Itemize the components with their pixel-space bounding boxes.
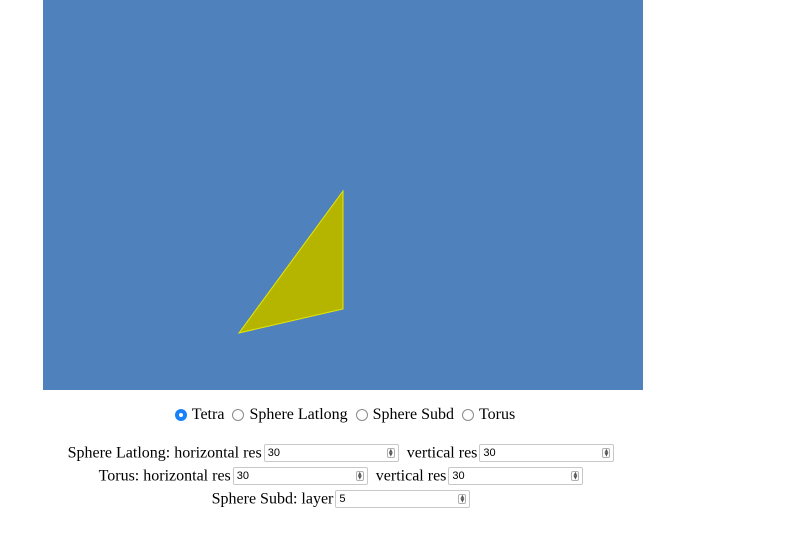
radio-sphere-subd[interactable] <box>355 409 368 422</box>
sphere-latlong-horizontal-value: 30 <box>267 447 281 460</box>
sphere-latlong-vertical-value: 30 <box>483 447 496 460</box>
sphere-latlong-horizontal-input[interactable]: 30 ▲ ▼ <box>263 444 399 463</box>
webgl-canvas[interactable] <box>43 0 643 390</box>
torus-vertical-label: vertical res <box>375 467 447 485</box>
spinner-icon[interactable]: ▲ ▼ <box>458 494 467 505</box>
radio-label-sphere-subd: Sphere Subd <box>372 406 454 424</box>
radio-label-torus: Torus <box>478 406 516 424</box>
spinner-icon[interactable]: ▲ ▼ <box>386 448 395 459</box>
sphere-latlong-vertical-input[interactable]: 30 ▲ ▼ <box>479 444 615 463</box>
spinner-icon[interactable]: ▲ ▼ <box>602 448 611 459</box>
sphere-subd-layer-value: 5 <box>339 493 346 506</box>
sphere-latlong-vertical-label: vertical res <box>406 444 478 462</box>
radio-option-torus[interactable]: Torus <box>458 406 515 424</box>
sphere-subd-layer-input[interactable]: 5 ▲ ▼ <box>335 490 471 509</box>
torus-controls: Torus: horizontal res 30 ▲ ▼ vertical res 30… <box>0 465 686 487</box>
radio-torus[interactable] <box>461 409 474 422</box>
radio-label-sphere-latlong: Sphere Latlong <box>249 406 348 424</box>
torus-vertical-value: 30 <box>452 470 465 483</box>
radio-option-tetra[interactable]: Tetra <box>171 406 225 424</box>
radio-sphere-latlong[interactable] <box>232 409 245 422</box>
radio-label-tetra: Tetra <box>191 406 225 424</box>
radio-option-sphere-subd[interactable]: Sphere Subd <box>352 406 454 424</box>
radio-tetra[interactable] <box>174 409 187 422</box>
spinner-icon[interactable]: ▲ ▼ <box>355 471 364 482</box>
torus-horizontal-value: 30 <box>236 470 250 483</box>
torus-horizontal-input[interactable]: 30 ▲ ▼ <box>232 467 368 486</box>
shape-radio-group: Tetra Sphere Latlong Sphere Subd Torus <box>0 406 686 428</box>
radio-option-sphere-latlong[interactable]: Sphere Latlong <box>228 406 348 424</box>
spinner-icon[interactable]: ▲ ▼ <box>571 471 580 482</box>
sphere-subd-layer-label: Sphere Subd: layer <box>211 490 334 508</box>
sphere-subd-controls: Sphere Subd: layer 5 ▲ ▼ <box>0 488 686 510</box>
sphere-latlong-horizontal-label: Sphere Latlong: horizontal res <box>67 444 262 462</box>
torus-horizontal-label: Torus: horizontal res <box>98 467 231 485</box>
sphere-latlong-controls: Sphere Latlong: horizontal res 30 ▲ ▼ verti… <box>0 442 686 464</box>
canvas-svg <box>43 0 643 390</box>
torus-vertical-input[interactable]: 30 ▲ ▼ <box>448 467 584 486</box>
